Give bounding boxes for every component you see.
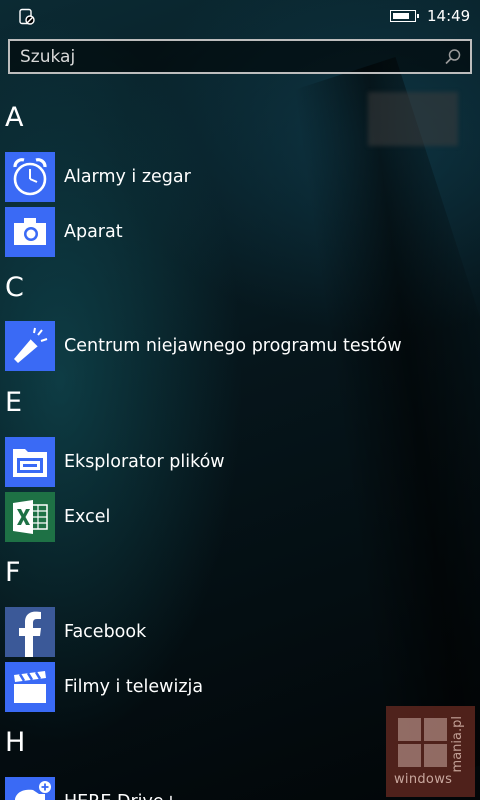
app-file-explorer[interactable]: Eksplorator plików (5, 437, 405, 487)
camera-icon (5, 207, 55, 257)
app-here-drive[interactable]: HERE Drive+ (5, 777, 405, 800)
app-label: Facebook (64, 622, 147, 642)
app-insider-hub[interactable]: Centrum niejawnego programu testów (5, 321, 405, 371)
windows-logo-icon (398, 718, 448, 768)
search-input[interactable]: Szukaj (8, 39, 472, 74)
folder-icon (5, 437, 55, 487)
app-label: Excel (64, 507, 111, 527)
app-alarms[interactable]: Alarmy i zegar (5, 152, 405, 202)
group-letter-e[interactable]: E (5, 387, 22, 419)
battery-icon (390, 10, 419, 22)
windowsmania-watermark-logo: mania.pl windows (386, 706, 475, 797)
group-letter-f[interactable]: F (5, 557, 21, 589)
clapperboard-icon (5, 662, 55, 712)
alarm-clock-icon (5, 152, 55, 202)
app-camera[interactable]: Aparat (5, 207, 405, 257)
app-facebook[interactable]: Facebook (5, 607, 405, 657)
megaphone-icon (5, 321, 55, 371)
start-app-list-screen: 14:49 Szukaj A Alarmy i zegar Aparat C C… (0, 0, 480, 800)
app-excel[interactable]: Excel (5, 492, 405, 542)
blurred-tile (368, 92, 458, 146)
watermark-vertical-text: mania.pl (450, 716, 465, 773)
status-bar: 14:49 (0, 0, 480, 32)
facebook-icon (5, 607, 55, 657)
do-not-disturb-icon (18, 8, 36, 26)
search-placeholder: Szukaj (20, 47, 76, 67)
watermark-text: windows (394, 772, 453, 787)
status-time: 14:49 (427, 7, 471, 25)
group-letter-h[interactable]: H (5, 727, 25, 759)
group-letter-a[interactable]: A (5, 102, 23, 134)
battery-fill (393, 13, 410, 19)
group-letter-c[interactable]: C (5, 272, 24, 304)
excel-icon (5, 492, 55, 542)
app-label: Filmy i telewizja (64, 677, 204, 697)
app-label: HERE Drive+ (64, 791, 178, 800)
search-icon[interactable] (444, 48, 462, 66)
app-label: Alarmy i zegar (64, 167, 191, 187)
car-icon (5, 777, 55, 800)
app-films-tv[interactable]: Filmy i telewizja (5, 662, 405, 712)
app-label: Aparat (64, 222, 123, 242)
app-label: Centrum niejawnego programu testów (64, 336, 402, 356)
app-label: Eksplorator plików (64, 452, 225, 472)
